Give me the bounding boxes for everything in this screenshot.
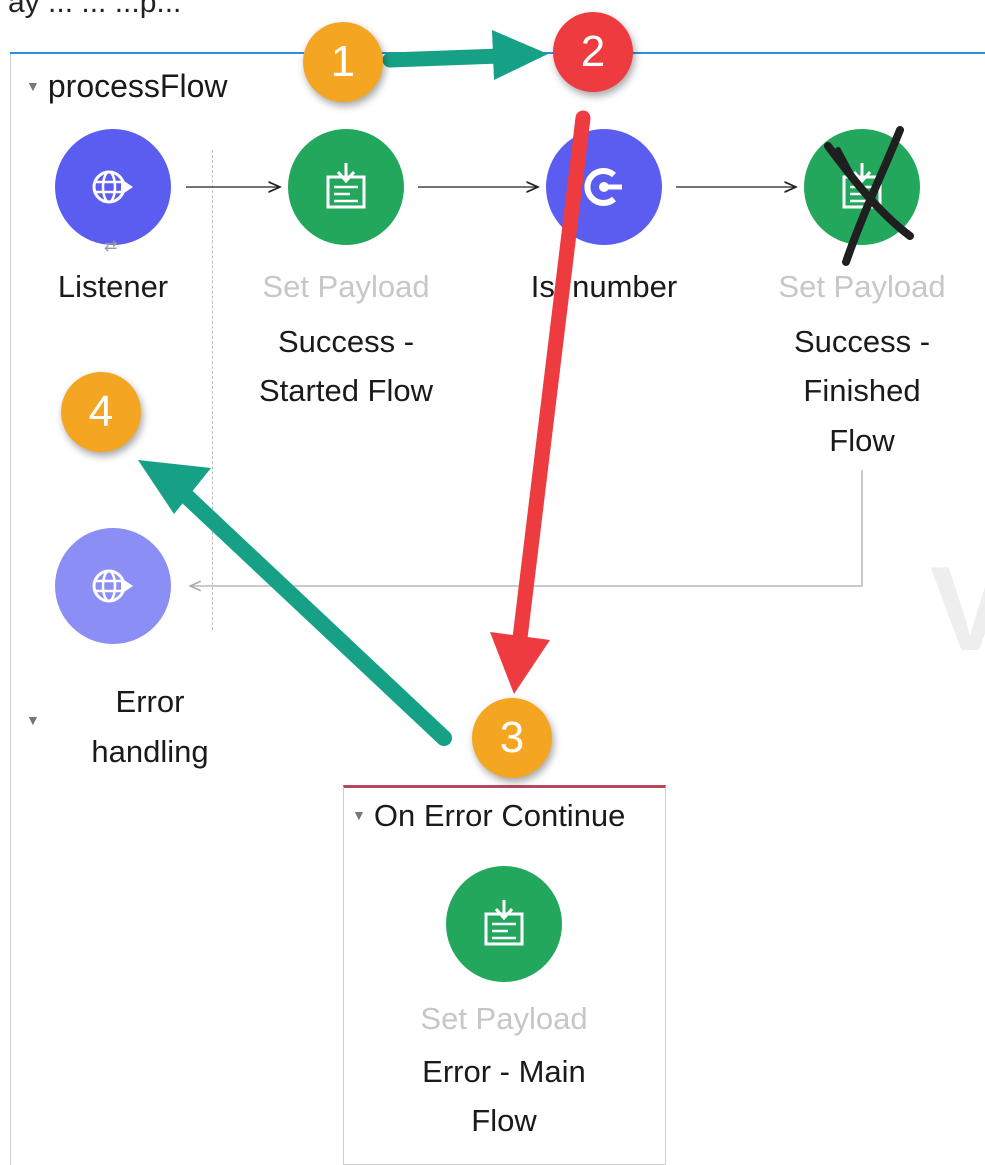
- set-payload-node-started[interactable]: [288, 129, 404, 245]
- top-cutoff-text: ay ... ... ...p...: [8, 0, 182, 19]
- error-handling-label-line: handling: [91, 734, 209, 769]
- listener-node[interactable]: [55, 129, 171, 245]
- step-badge-2: 2: [553, 12, 633, 92]
- teal-arrow-1-to-2: [382, 30, 548, 80]
- collapse-caret-icon[interactable]: ▼: [26, 78, 40, 94]
- collapse-caret-icon[interactable]: ▼: [352, 807, 366, 823]
- node-label: Is number: [530, 269, 678, 304]
- step-badge-3: 3: [472, 698, 552, 778]
- node-label-line: Success -: [277, 324, 415, 359]
- flow-title: processFlow: [47, 68, 228, 104]
- node-type-label: Set Payload: [778, 269, 946, 304]
- node-label-line: Flow: [471, 1103, 537, 1138]
- is-number-choice-node[interactable]: [546, 129, 662, 245]
- return-connector: [190, 470, 863, 586]
- watermark: V: [930, 542, 985, 676]
- set-payload-node-error[interactable]: [446, 866, 562, 982]
- set-payload-node-finished[interactable]: [804, 129, 920, 245]
- source-separator: [212, 150, 213, 630]
- scope-header[interactable]: ▼ On Error Continue: [352, 798, 625, 834]
- scope-title: On Error Continue: [373, 798, 626, 833]
- node-label-line: Success -: [793, 324, 931, 359]
- globe-arrow-icon: [92, 569, 133, 603]
- error-handling-label-line: Error: [115, 684, 185, 719]
- step-badge-1: 1: [303, 22, 383, 102]
- step-badge-4: 4: [61, 372, 141, 452]
- canvas-top-border: [10, 52, 985, 54]
- globe-arrow-icon: [92, 170, 133, 204]
- node-type-label: Set Payload: [262, 269, 430, 304]
- set-payload-icon: [842, 163, 882, 209]
- choice-icon: [584, 168, 622, 206]
- node-label-line: Started Flow: [258, 373, 433, 408]
- sync-icon: ⇄: [104, 238, 118, 255]
- node-type-label: Set Payload: [420, 1001, 588, 1036]
- node-label: Listener: [57, 269, 169, 304]
- node-label-line: Error - Main: [422, 1054, 586, 1089]
- node-label-line: Flow: [829, 423, 895, 458]
- error-handling-caret-icon[interactable]: ▼: [26, 712, 40, 728]
- listener-response-node[interactable]: [55, 528, 171, 644]
- canvas-left-border: [10, 54, 11, 1165]
- node-label-line: Finished: [803, 373, 921, 408]
- flow-header[interactable]: ▼ processFlow: [26, 68, 227, 105]
- set-payload-icon: [326, 163, 366, 209]
- set-payload-icon: [484, 900, 524, 946]
